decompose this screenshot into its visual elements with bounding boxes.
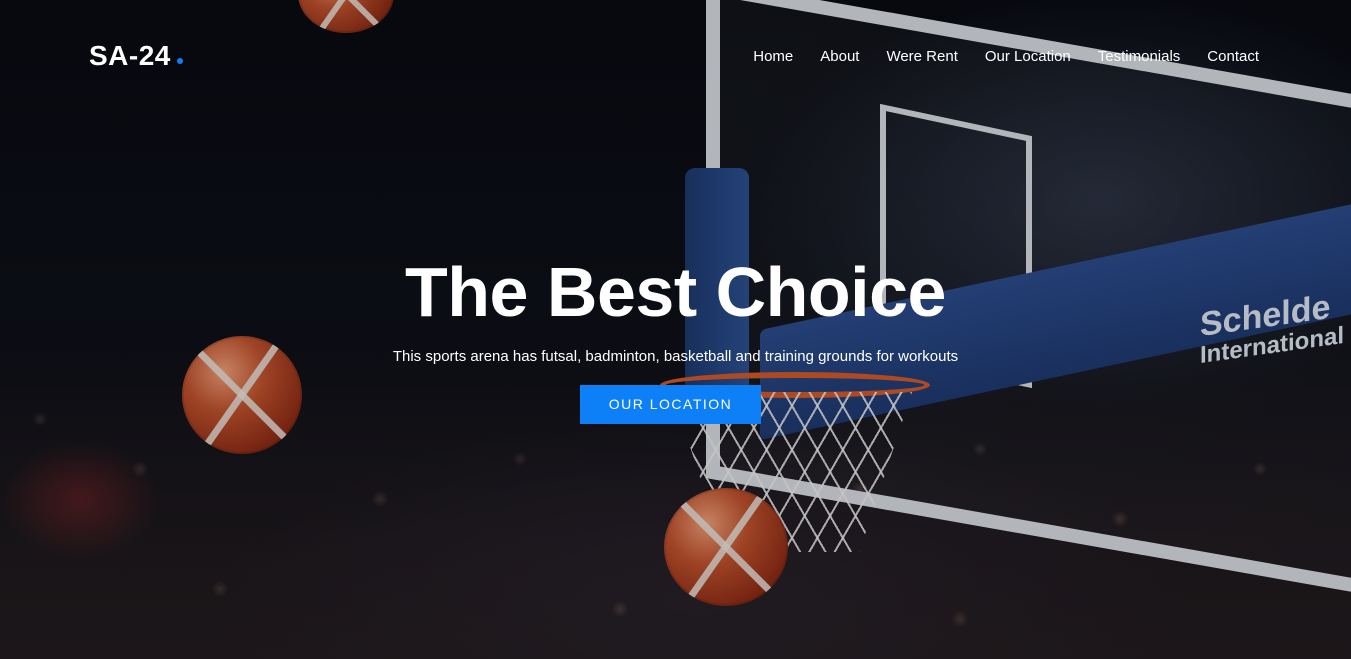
nav-were-rent[interactable]: Were Rent bbox=[886, 48, 957, 65]
hero-title: The Best Choice bbox=[405, 253, 946, 331]
nav-contact[interactable]: Contact bbox=[1207, 48, 1259, 65]
nav-home[interactable]: Home bbox=[753, 48, 793, 65]
brand-logo[interactable]: SA-24 bbox=[89, 40, 183, 72]
nav-testimonials[interactable]: Testimonials bbox=[1098, 48, 1181, 65]
our-location-button[interactable]: OUR LOCATION bbox=[580, 385, 761, 424]
hero-section: Schelde International SA-24 Home About W… bbox=[0, 0, 1351, 659]
hero-subtitle: This sports arena has futsal, badminton,… bbox=[392, 348, 959, 365]
brand-dot-icon bbox=[176, 58, 183, 64]
main-nav: Home About Were Rent Our Location Testim… bbox=[753, 46, 1259, 65]
brand-name: SA-24 bbox=[89, 40, 171, 71]
navbar: SA-24 Home About Were Rent Our Location … bbox=[0, 0, 1351, 112]
nav-about[interactable]: About bbox=[820, 48, 859, 65]
hero-content: The Best Choice This sports arena has fu… bbox=[0, 250, 1351, 424]
nav-our-location[interactable]: Our Location bbox=[985, 48, 1071, 65]
